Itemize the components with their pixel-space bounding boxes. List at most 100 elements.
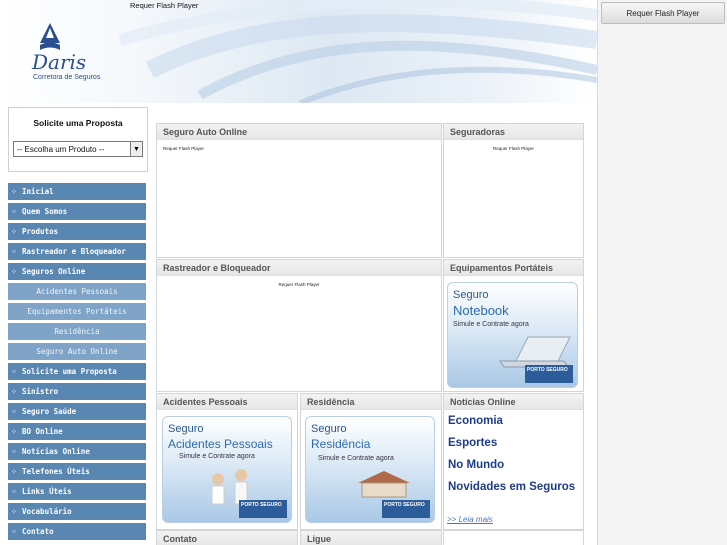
side-menu: ⁘ Inicial ⁘ Quem Somos ⁘ Produtos ⁘ Rastreador … [8,183,146,543]
acidentes-ad[interactable]: Seguro Acidentes Pessoais Simule e Contr… [162,416,292,523]
laptop-icon [499,336,571,368]
sidebar-item[interactable]: Seguro Auto Online [8,343,146,360]
porto-seguro-logo: PORTO SEGURO [525,365,573,383]
panel-equipamentos: Equipamentos Portáteis Seguro Notebook S… [443,259,584,392]
proposal-box: Solicite uma Proposta -- Escolha um Prod… [8,107,148,172]
news-link[interactable]: No Mundo [448,458,583,472]
sidebar-item-label: Sinistro [22,387,59,396]
sidebar-item-label: Seguro Auto Online [36,347,118,356]
panel-title: Acidentes Pessoais [157,394,297,410]
bullet-icon: ⁘ [11,427,17,436]
read-more-link[interactable]: >> Leia mais [447,515,493,524]
residencia-ad[interactable]: Seguro Residência Simule e Contrate agor… [305,416,435,523]
house-icon [358,471,410,498]
sidebar-item-label: Contato [22,527,54,536]
bullet-icon: ⁘ [11,487,17,496]
panel-rastreador: Rastreador e Bloqueador Requer Flash Pla… [156,259,442,392]
bullet-icon: ⁘ [11,527,17,536]
news-link[interactable]: Esportes [448,436,583,450]
bullet-icon: ⁘ [11,267,17,276]
panel-contato: Contato [156,530,298,545]
porto-seguro-logo: PORTO SEGURO [382,500,430,518]
panel-noticias: Notícias Online Economia Esportes No Mundo… [443,393,584,530]
ad-line3: Simule e Contrate agora [179,453,255,460]
sidebar-item[interactable]: Equipamentos Portáteis [8,303,146,320]
logo-name: Daris [32,50,87,74]
logo-subtitle: Corretora de Seguros [33,74,101,81]
news-link[interactable]: Economia [448,414,583,428]
bullet-icon: ⁘ [11,407,17,416]
sidebar-item-label: Seguro Saúde [22,407,77,416]
bullet-icon: ⁘ [11,467,17,476]
sidebar-item-label: Telefones Úteis [22,467,90,476]
sidebar-item[interactable]: ⁘ Notícias Online [8,443,146,460]
bullet-icon: ⁘ [11,507,17,516]
sidebar-item[interactable]: ⁘ Quem Somos [8,203,146,220]
sidebar-item-label: Vocabulário [22,507,72,516]
panel-title: Notícias Online [444,394,583,410]
sidebar-item[interactable]: ⁘ Seguro Saúde [8,403,146,420]
ad-line3: Simule e Contrate agora [453,321,529,328]
flash-notice[interactable]: Requer Flash Player [444,146,583,151]
sidebar-item[interactable]: ⁘ Seguros Online [8,263,146,280]
sidebar-item-label: Equipamentos Portáteis [27,307,127,316]
sidebar-item-label: Seguros Online [22,267,86,276]
news-links: Economia Esportes No Mundo Novidades em Seg… [444,414,583,494]
header-flash-notice: Requer Flash Player [130,1,199,10]
bullet-icon: ⁘ [11,387,17,396]
sidebar-item[interactable]: Acidentes Pessoais [8,283,146,300]
sidebar-item[interactable]: ⁘ Vocabulário [8,503,146,520]
bullet-icon: ⁘ [11,247,17,256]
panel-title: Rastreador e Bloqueador [157,260,441,276]
panel-seguradoras: Seguradoras Requer Flash Player [443,123,584,258]
ad-line1: Seguro [311,423,347,435]
sidebar-item-label: BO Online [22,427,63,436]
panel-title: Contato [157,531,297,545]
panel-title: Ligue [301,531,441,545]
panel-seguro-auto: Seguro Auto Online Requer Flash Player [156,123,442,258]
sidebar-item-label: Inicial [22,187,54,196]
sidebar-item-label: Acidentes Pessoais [36,287,118,296]
sidebar-item[interactable]: ⁘ Telefones Úteis [8,463,146,480]
panel-residencia: Residência Seguro Residência Simule e Co… [300,393,442,530]
sidebar-item[interactable]: ⁘ Links Úteis [8,483,146,500]
panel-title: Equipamentos Portáteis [444,260,583,276]
product-select[interactable]: -- Escolha um Produto -- [13,141,132,157]
header-banner: Requer Flash Player Daris Corretora de S… [0,0,597,103]
porto-seguro-logo: PORTO SEGURO [239,500,287,518]
sidebar-item[interactable]: ⁘ Solicite uma Proposta [8,363,146,380]
panel-blank [443,530,584,545]
sidebar-item[interactable]: Residência [8,323,146,340]
sidebar-item-label: Produtos [22,227,59,236]
sidebar-item[interactable]: ⁘ Produtos [8,223,146,240]
flash-player-button[interactable]: Requer Flash Player [601,2,725,24]
sidebar-item[interactable]: ⁘ BO Online [8,423,146,440]
ad-line2: Residência [311,437,371,451]
panel-title: Seguro Auto Online [157,124,441,140]
bullet-icon: ⁘ [11,227,17,236]
notebook-ad[interactable]: Seguro Notebook Simule e Contrate agora … [447,282,578,388]
page: Requer Flash Player Daris Corretora de S… [0,0,598,545]
ad-line2: Notebook [453,303,509,318]
panel-ligue: Ligue [300,530,442,545]
flash-notice[interactable]: Requer Flash Player [157,282,441,287]
news-link[interactable]: Novidades em Seguros [448,480,583,494]
sidebar-item[interactable]: ⁘ Contato [8,523,146,540]
panel-title: Residência [301,394,441,410]
right-sidebar: Requer Flash Player [598,0,727,545]
flash-notice[interactable]: Requer Flash Player [157,146,441,151]
proposal-title: Solicite uma Proposta [33,118,123,128]
sidebar-item[interactable]: ⁘ Rastreador e Bloqueador [8,243,146,260]
ad-line3: Simule e Contrate agora [318,455,394,462]
panel-title: Seguradoras [444,124,583,140]
sidebar-item-label: Solicite uma Proposta [22,367,117,376]
sidebar-item[interactable]: ⁘ Sinistro [8,383,146,400]
sidebar-item-label: Quem Somos [22,207,68,216]
ad-line1: Seguro [168,423,204,435]
bullet-icon: ⁘ [11,447,17,456]
chevron-down-icon[interactable]: ▼ [130,141,143,157]
sidebar-item[interactable]: ⁘ Inicial [8,183,146,200]
sidebar-item-label: Rastreador e Bloqueador [22,247,126,256]
ad-line2: Acidentes Pessoais [168,437,273,451]
sidebar-item-label: Links Úteis [22,487,72,496]
